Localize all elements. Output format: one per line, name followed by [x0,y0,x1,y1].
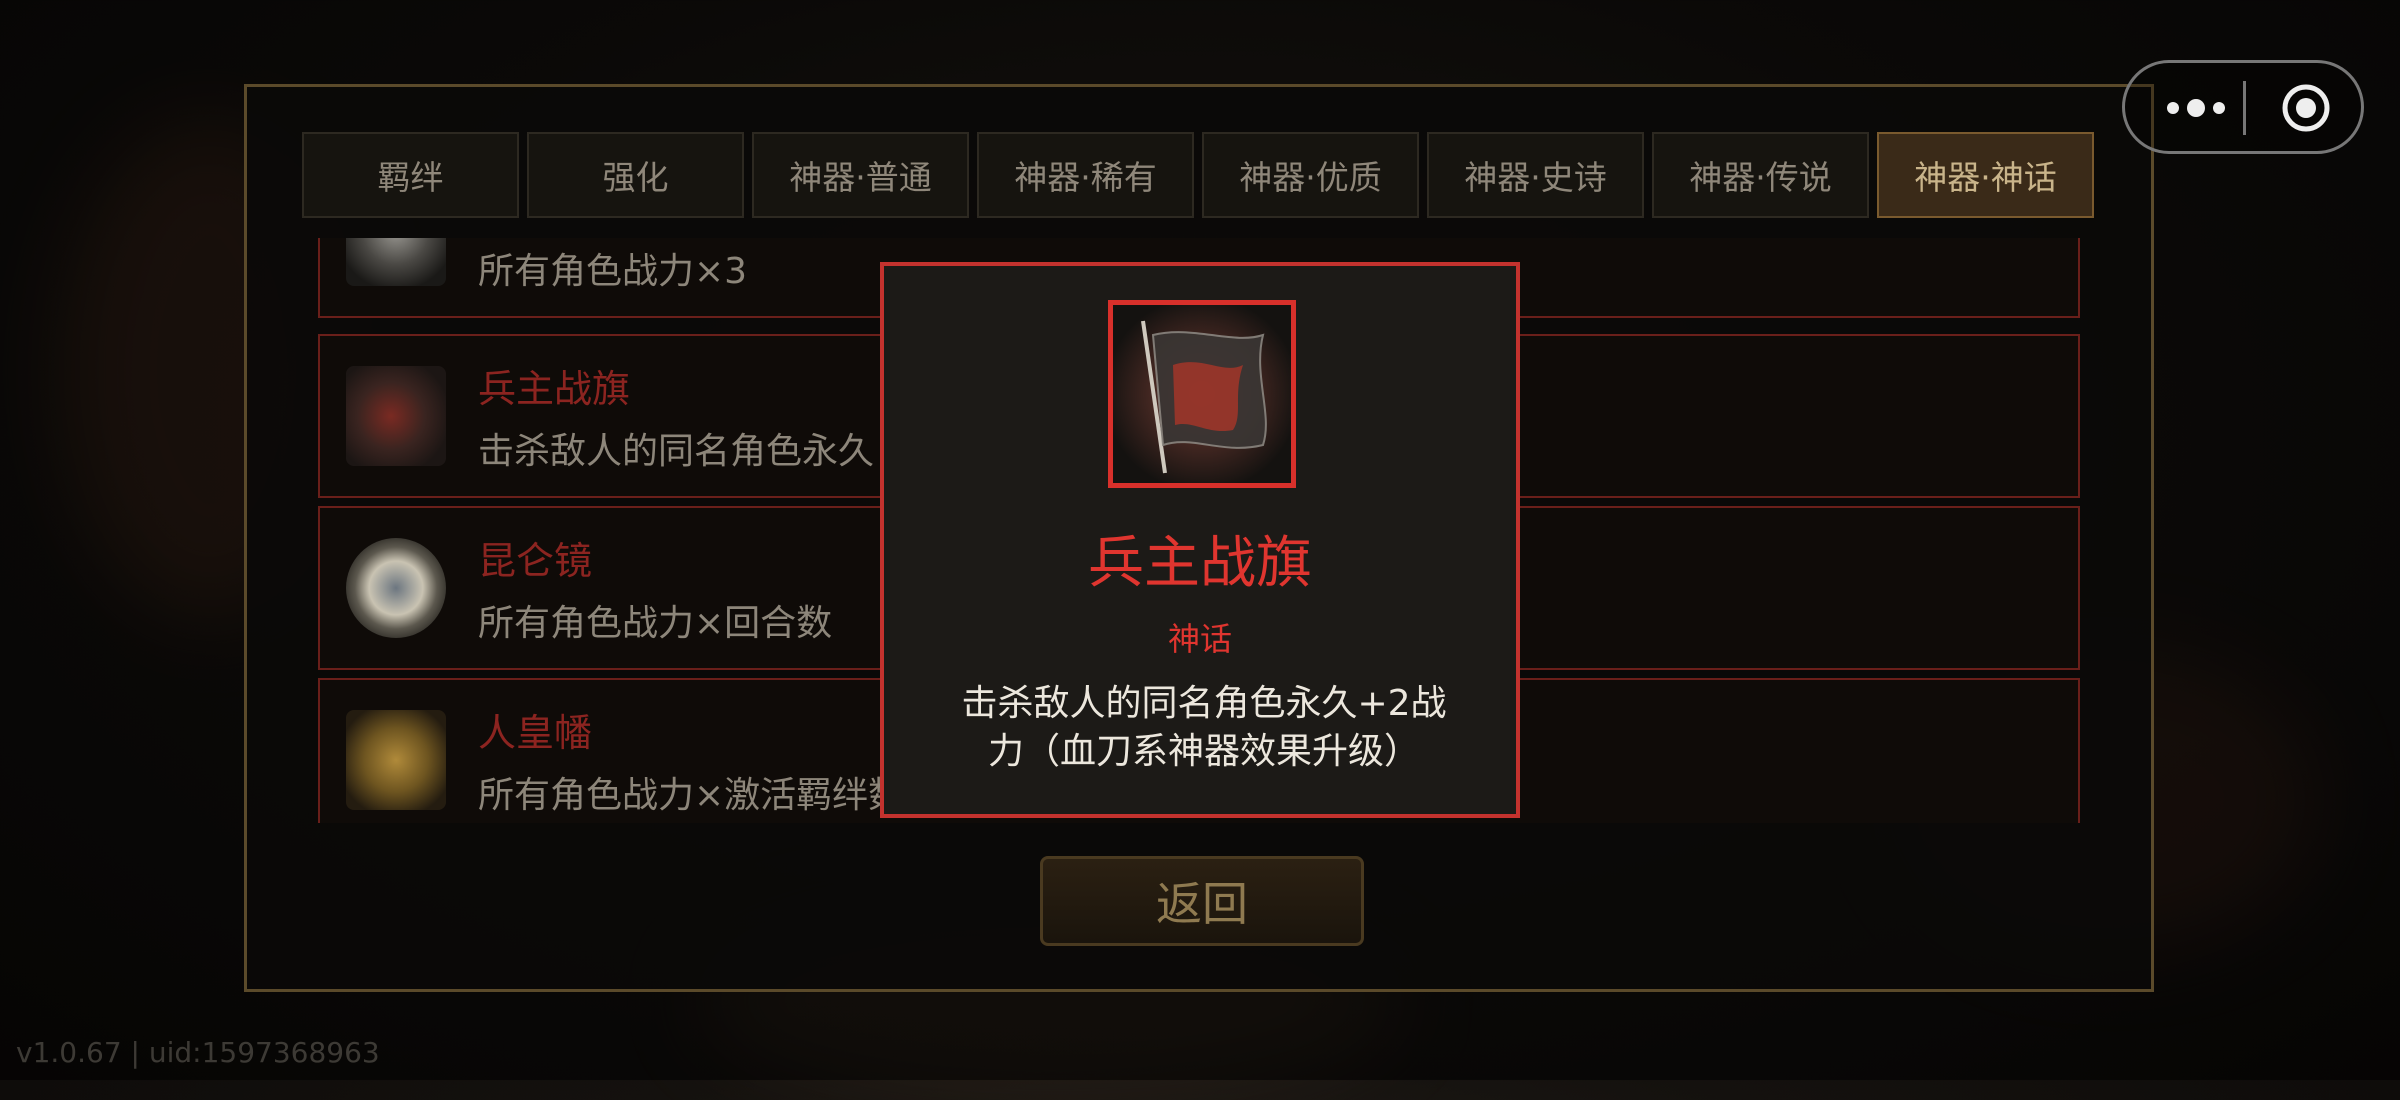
war-banner-icon [1108,300,1296,488]
tab-artifact-fine[interactable]: 神器·优质 [1202,132,1419,218]
artifact-detail-popup[interactable]: 兵主战旗 神话 击杀敌人的同名角色永久+2战力（血刀系神器效果升级） [880,262,1520,818]
artifact-name: 兵主战旗 [478,367,631,411]
artifact-desc: 所有角色战力×3 [478,251,748,292]
artifact-name: 昆仑镜 [478,539,593,583]
popup-title: 兵主战旗 [1088,531,1312,596]
war-banner-icon [346,366,446,466]
artifact-name: 人皇幡 [478,711,593,755]
emperor-banner-icon [346,710,446,810]
tab-artifact-legend[interactable]: 神器·传说 [1652,132,1869,218]
capsule-divider [2243,81,2246,135]
popup-rarity: 神话 [1167,620,1232,658]
mini-program-capsule [2122,60,2364,154]
artifact-dragon-icon [346,238,446,286]
artifact-desc: 所有角色战力×回合数 [478,603,833,644]
close-target-icon[interactable] [2281,83,2331,133]
popup-description: 击杀敌人的同名角色永久+2战力（血刀系神器效果升级） [961,683,1447,772]
tab-enhance[interactable]: 强化 [527,132,744,218]
version-label: v1.0.67 | uid:1597368963 [16,1036,380,1069]
more-icon[interactable] [2161,93,2231,123]
tab-artifact-myth[interactable]: 神器·神话 [1877,132,2094,218]
tab-artifact-common[interactable]: 神器·普通 [752,132,969,218]
tab-bond[interactable]: 羁绊 [302,132,519,218]
artifact-desc: 所有角色战力×激活羁绊数 [478,775,905,816]
artifact-desc: 击杀敌人的同名角色永久 [478,431,875,472]
tab-artifact-epic[interactable]: 神器·史诗 [1427,132,1644,218]
kunlun-mirror-icon [346,538,446,638]
category-tabs: 羁绊 强化 神器·普通 神器·稀有 神器·优质 神器·史诗 神器·传说 神器·神… [302,132,2094,218]
tab-artifact-rare[interactable]: 神器·稀有 [977,132,1194,218]
return-button[interactable]: 返回 [1040,856,1364,946]
